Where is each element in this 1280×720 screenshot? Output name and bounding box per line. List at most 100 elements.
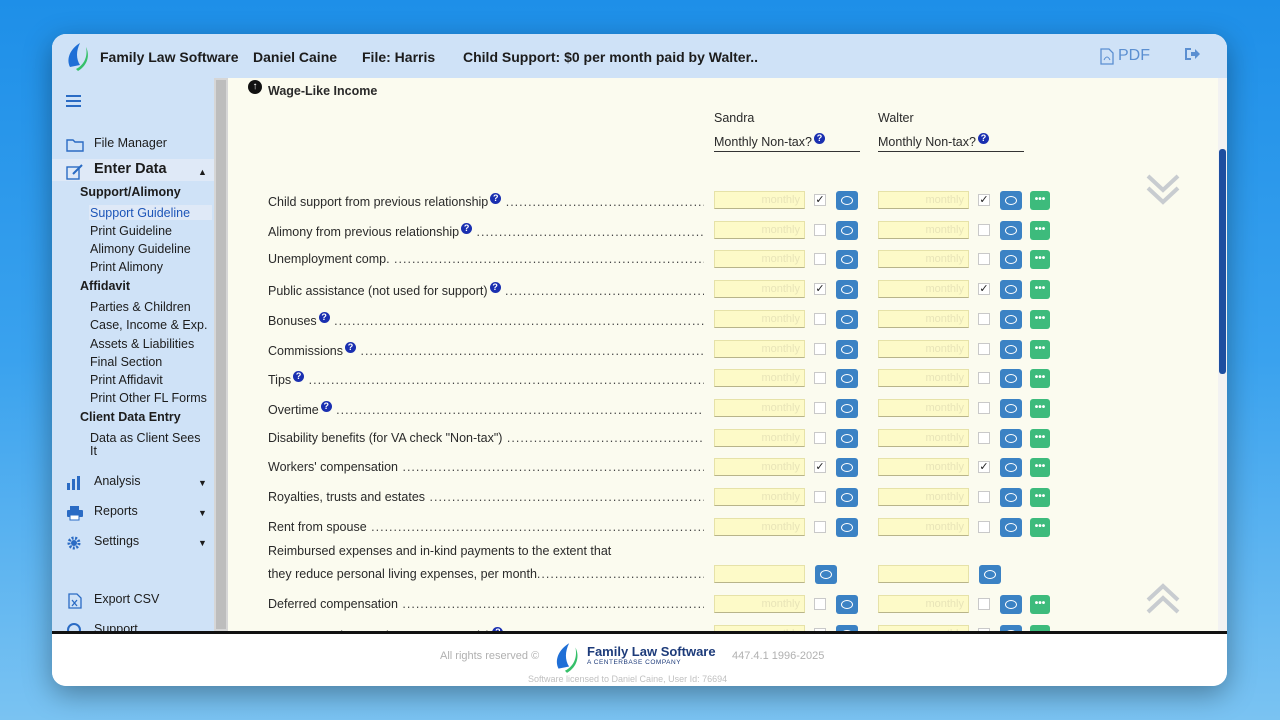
sandra-monthly-input[interactable]: monthly [714, 191, 805, 209]
walter-monthly-input[interactable]: monthly [878, 488, 969, 506]
walter-comment-button[interactable] [1000, 220, 1022, 240]
logout-icon[interactable] [1184, 47, 1200, 61]
sidebar-item-parties-children[interactable]: Parties & Children [90, 300, 191, 314]
walter-reimbursed-input[interactable] [878, 565, 969, 583]
walter-monthly-input[interactable]: monthly [878, 250, 969, 269]
sidebar-item-settings[interactable]: Settings [94, 534, 139, 548]
walter-monthly-input[interactable]: monthly [878, 220, 969, 239]
sandra-nontax-checkbox[interactable] [814, 431, 826, 444]
more-options-button[interactable]: ••• [1030, 428, 1050, 448]
sandra-monthly-input[interactable]: monthly [714, 595, 805, 613]
walter-nontax-checkbox[interactable] [978, 598, 990, 610]
sandra-comment-button[interactable] [836, 220, 858, 240]
walter-monthly-input[interactable]: monthly [878, 339, 969, 358]
user-name[interactable]: Daniel Caine [253, 49, 337, 65]
walter-monthly-input[interactable]: monthly [878, 428, 969, 447]
sidebar-item-enter-data[interactable]: Enter Data [94, 161, 167, 177]
sidebar-scrollbar-thumb[interactable] [216, 80, 226, 629]
walter-comment-button[interactable] [1000, 280, 1022, 300]
sandra-nontax-checkbox[interactable] [814, 598, 826, 610]
more-options-button[interactable]: ••• [1030, 339, 1050, 359]
sandra-reimbursed-input[interactable] [714, 565, 805, 583]
expand-reports-icon[interactable]: ▼ [198, 508, 207, 518]
collapse-arrow-icon[interactable]: ▲ [198, 167, 207, 177]
more-options-button[interactable]: ••• [1030, 250, 1050, 270]
sidebar-item-file-manager[interactable]: File Manager [94, 136, 167, 150]
sandra-comment-button[interactable] [836, 369, 858, 389]
walter-comment-button[interactable] [1000, 369, 1022, 389]
menu-icon[interactable] [66, 93, 84, 109]
walter-monthly-input[interactable]: monthly [878, 191, 969, 209]
more-options-button[interactable]: ••• [1030, 488, 1050, 507]
walter-nontax-checkbox[interactable]: ✓ [978, 194, 990, 206]
sandra-monthly-input[interactable]: monthly [714, 369, 805, 388]
child-support-summary[interactable]: Child Support: $0 per month paid by Walt… [463, 49, 758, 65]
sandra-comment-button[interactable] [836, 309, 858, 329]
walter-nontax-checkbox[interactable] [978, 431, 990, 444]
sandra-comment-button[interactable] [836, 595, 858, 614]
help-icon[interactable]: ? [813, 133, 825, 144]
sandra-nontax-checkbox[interactable] [814, 312, 826, 325]
sidebar-item-print-alimony[interactable]: Print Alimony [90, 260, 163, 274]
sandra-monthly-input[interactable]: monthly [714, 280, 805, 299]
more-options-button[interactable]: ••• [1030, 309, 1050, 329]
sandra-nontax-checkbox[interactable] [814, 401, 826, 414]
walter-monthly-input[interactable]: monthly [878, 398, 969, 417]
help-icon[interactable]: ? [490, 193, 502, 204]
help-icon[interactable]: ? [489, 282, 501, 294]
walter-monthly-input[interactable]: monthly [878, 309, 969, 328]
walter-comment-button[interactable] [1000, 250, 1022, 270]
sandra-monthly-input[interactable]: monthly [714, 339, 805, 358]
sandra-nontax-checkbox[interactable]: ✓ [814, 194, 826, 206]
walter-comment-button[interactable] [1000, 458, 1022, 478]
sidebar-item-data-as-client-sees-cont[interactable]: It [90, 444, 97, 458]
walter-nontax-checkbox[interactable] [978, 312, 990, 325]
walter-nontax-checkbox[interactable] [978, 342, 990, 355]
sandra-comment-button[interactable] [815, 565, 837, 584]
sandra-monthly-input[interactable]: monthly [714, 220, 805, 239]
help-icon[interactable]: ? [345, 341, 357, 353]
sandra-nontax-checkbox[interactable] [814, 491, 826, 503]
walter-monthly-input[interactable]: monthly [878, 517, 969, 536]
sandra-comment-button[interactable] [836, 191, 858, 210]
sandra-comment-button[interactable] [836, 280, 858, 300]
more-options-button[interactable]: ••• [1030, 458, 1050, 478]
walter-monthly-input[interactable]: monthly [878, 595, 969, 613]
sidebar-item-reports[interactable]: Reports [94, 504, 138, 518]
sandra-monthly-input[interactable]: monthly [714, 458, 805, 477]
sidebar-item-print-affidavit[interactable]: Print Affidavit [90, 373, 163, 387]
help-icon[interactable]: ? [320, 400, 332, 412]
sidebar-item-print-other-forms[interactable]: Print Other FL Forms [90, 391, 207, 405]
sandra-nontax-checkbox[interactable]: ✓ [814, 461, 826, 474]
file-name[interactable]: File: Harris [362, 49, 435, 65]
more-options-button[interactable]: ••• [1030, 220, 1050, 240]
walter-comment-button[interactable] [1000, 488, 1022, 507]
walter-comment-button[interactable] [1000, 428, 1022, 448]
sandra-comment-button[interactable] [836, 428, 858, 448]
walter-monthly-input[interactable]: monthly [878, 458, 969, 477]
walter-monthly-input[interactable]: monthly [878, 369, 969, 388]
sandra-nontax-checkbox[interactable] [814, 520, 826, 533]
sandra-comment-button[interactable] [836, 458, 858, 478]
sandra-nontax-checkbox[interactable] [814, 253, 826, 266]
sidebar-item-analysis[interactable]: Analysis [94, 474, 141, 488]
walter-nontax-checkbox[interactable] [978, 372, 990, 385]
sidebar-item-support-guideline[interactable]: Support Guideline [90, 206, 190, 220]
walter-nontax-checkbox[interactable]: ✓ [978, 283, 990, 296]
sandra-monthly-input[interactable]: monthly [714, 428, 805, 447]
sandra-monthly-input[interactable]: monthly [714, 398, 805, 417]
walter-comment-button[interactable] [1000, 309, 1022, 329]
walter-nontax-checkbox[interactable] [978, 253, 990, 266]
help-icon[interactable]: ? [461, 222, 473, 234]
walter-comment-button[interactable] [1000, 398, 1022, 418]
expand-settings-icon[interactable]: ▼ [198, 538, 207, 548]
sidebar-item-print-guideline[interactable]: Print Guideline [90, 224, 172, 238]
sandra-comment-button[interactable] [836, 517, 858, 537]
sidebar-item-assets-liabilities[interactable]: Assets & Liabilities [90, 337, 194, 351]
more-options-button[interactable]: ••• [1030, 595, 1050, 614]
walter-monthly-input[interactable]: monthly [878, 280, 969, 299]
help-icon[interactable]: ? [977, 133, 989, 144]
sidebar-item-export-csv[interactable]: Export CSV [94, 592, 159, 606]
sandra-nontax-checkbox[interactable] [814, 372, 826, 385]
collapse-section-icon[interactable]: ↑ [248, 80, 262, 94]
